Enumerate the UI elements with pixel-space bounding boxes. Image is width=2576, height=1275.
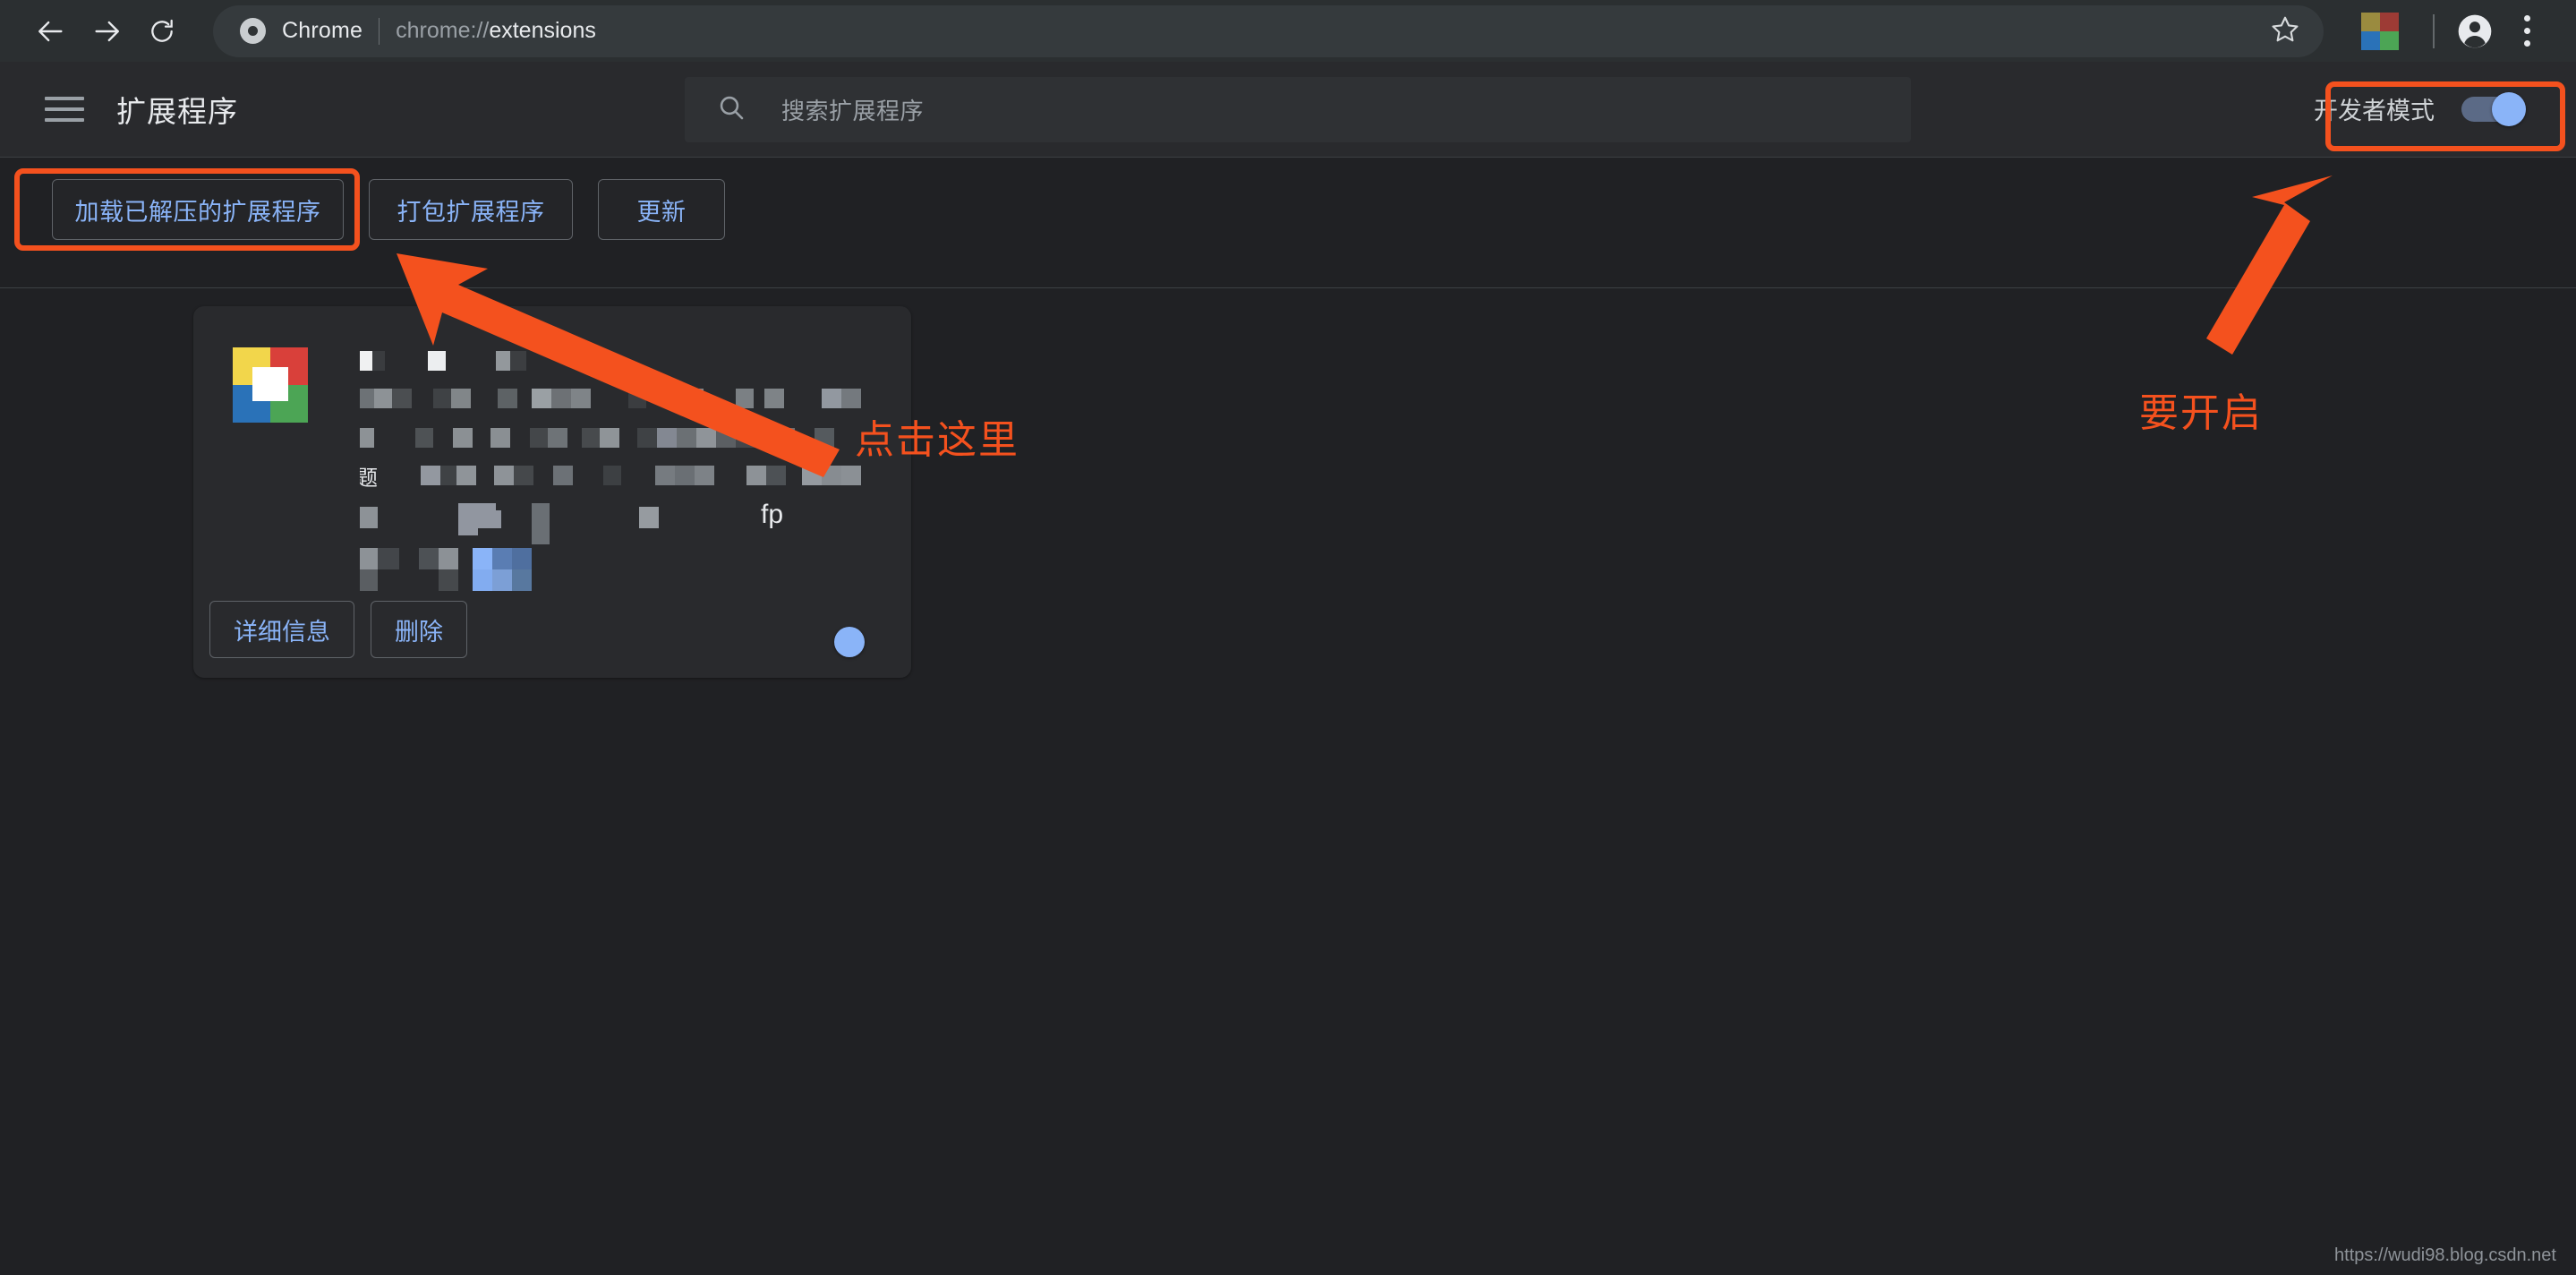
details-button[interactable]: 详细信息	[209, 601, 354, 658]
browser-toolbar: Chrome chrome://extensions	[0, 0, 2576, 62]
address-bar[interactable]: Chrome chrome://extensions	[213, 4, 2324, 57]
three-dot-menu-icon[interactable]	[2501, 5, 2553, 57]
forward-button[interactable]	[79, 4, 134, 59]
reload-icon	[148, 17, 176, 46]
page-title: 扩展程序	[116, 95, 238, 128]
visible-fragment-2: fp	[761, 500, 784, 529]
omnibox-chip[interactable]: Chrome	[240, 18, 363, 44]
chrome-logo-icon	[240, 18, 266, 44]
toggle-knob	[834, 627, 865, 657]
developer-mode-label: 开发者模式	[2314, 98, 2435, 124]
update-button[interactable]: 更新	[598, 179, 725, 240]
extension-grid-icon[interactable]	[2361, 12, 2399, 50]
back-button[interactable]	[23, 4, 79, 59]
extension-card[interactable]: 题 fp 详细信息 删除	[193, 306, 911, 678]
redacted-extension-text: 题 fp	[360, 329, 897, 598]
load-unpacked-button[interactable]: 加载已解压的扩展程序	[52, 179, 344, 240]
extension-tile-icon	[233, 347, 308, 423]
toolbar-divider	[2433, 13, 2435, 48]
visible-fragment-1: 题	[360, 467, 378, 491]
search-extensions-input[interactable]: 搜索扩展程序	[685, 77, 1911, 142]
extension-card-actions: 详细信息 删除	[209, 601, 467, 658]
search-placeholder: 搜索扩展程序	[781, 98, 925, 124]
toggle-knob	[2492, 91, 2526, 126]
annotation-must-enable-label: 要开启	[2139, 391, 2263, 435]
toolbar-right-cluster	[2333, 5, 2553, 57]
omnibox-url-path: extensions	[489, 18, 596, 43]
omnibox-divider	[379, 17, 380, 45]
omnibox-app-label: Chrome	[282, 18, 363, 43]
pack-extension-button[interactable]: 打包扩展程序	[369, 179, 573, 240]
account-avatar-icon[interactable]	[2449, 5, 2501, 57]
arrow-left-icon	[36, 16, 66, 47]
watermark-text: https://wudi98.blog.csdn.net	[2334, 1245, 2556, 1265]
developer-mode-control[interactable]: 开发者模式	[2289, 79, 2546, 139]
star-icon[interactable]	[2270, 13, 2300, 48]
remove-button[interactable]: 删除	[371, 601, 467, 658]
arrow-right-icon	[91, 16, 122, 47]
omnibox-url-scheme: chrome://	[396, 18, 490, 43]
omnibox-url[interactable]: chrome://extensions	[396, 18, 596, 44]
search-icon	[717, 93, 746, 126]
developer-mode-toggle[interactable]	[2461, 91, 2526, 126]
hamburger-menu-icon[interactable]	[45, 89, 86, 130]
reload-button[interactable]	[134, 4, 190, 59]
